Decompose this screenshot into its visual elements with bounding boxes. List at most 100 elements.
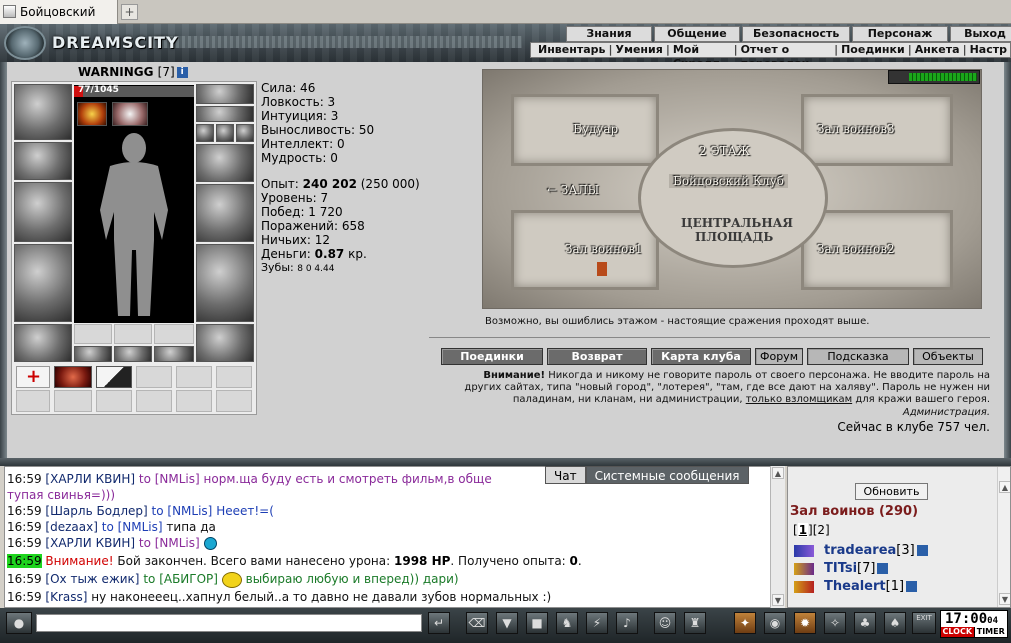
player-entry[interactable]: TITsi[7]: [794, 561, 889, 576]
helmet-slot[interactable]: [14, 84, 72, 140]
quick-slot-9[interactable]: [96, 390, 132, 412]
eraser-icon[interactable]: ⌫: [466, 612, 488, 634]
bag-icon[interactable]: ◉: [764, 612, 786, 634]
quick-slot-5[interactable]: [176, 366, 212, 388]
quick-slot-8[interactable]: [54, 390, 92, 412]
card-item-icon[interactable]: [96, 366, 132, 388]
submenu-skills[interactable]: Умения: [613, 43, 666, 57]
send-icon[interactable]: ↵: [428, 612, 450, 634]
shield-slot[interactable]: [196, 184, 254, 242]
label-club[interactable]: Бойцовский Клуб: [669, 174, 788, 188]
scroll-down-icon[interactable]: ▼: [772, 594, 784, 606]
club-map-button[interactable]: Карта клуба: [651, 348, 751, 365]
fights-button[interactable]: Поединки: [441, 348, 543, 365]
submenu-fights[interactable]: Поединки: [838, 43, 908, 57]
chat-input[interactable]: [36, 614, 422, 632]
chat-options-icon[interactable]: ●: [6, 612, 32, 634]
page-1-link[interactable]: 1: [797, 523, 809, 537]
amulet-slot[interactable]: [196, 106, 254, 122]
info-icon[interactable]: [877, 563, 889, 574]
quick-slot-11[interactable]: [176, 390, 212, 412]
stat-level: Уровень: 7: [261, 191, 329, 205]
rune-slot-1[interactable]: [74, 324, 112, 344]
speed-icon[interactable]: ⚡: [586, 612, 608, 634]
clock-label[interactable]: CLOCK: [941, 627, 974, 637]
helmet-icon[interactable]: ♜: [684, 612, 706, 634]
player-entry[interactable]: Thealert[1]: [794, 579, 918, 594]
info-icon[interactable]: i: [176, 67, 188, 78]
objects-button[interactable]: Объекты: [913, 348, 983, 365]
info-icon[interactable]: [916, 545, 928, 556]
player-marker-icon: [597, 262, 607, 276]
ring1-slot[interactable]: [196, 124, 214, 142]
rune-slot-3[interactable]: [154, 324, 194, 344]
room-scrollbar[interactable]: ▲ ▼: [997, 467, 1010, 607]
skill-4-icon[interactable]: ♣: [854, 612, 876, 634]
weapon-slot[interactable]: [14, 182, 72, 242]
player-entry[interactable]: tradearea[3]: [794, 543, 928, 558]
quick-slot-7[interactable]: [16, 390, 50, 412]
quick-slot-12[interactable]: [216, 390, 252, 412]
tab-chat[interactable]: Чат: [545, 466, 586, 484]
submenu-transfers[interactable]: Отчет о переводах: [738, 43, 834, 62]
extra-slot-2[interactable]: [114, 346, 152, 362]
leggings-slot[interactable]: [196, 244, 254, 322]
save-log-icon[interactable]: ■: [526, 612, 548, 634]
quick-slot-4[interactable]: [136, 366, 172, 388]
menu-communication[interactable]: Общение: [654, 26, 740, 42]
submenu-scroll[interactable]: Мой Скролл: [670, 43, 734, 62]
effect-potion-icon[interactable]: [112, 102, 148, 126]
browser-tab[interactable]: Бойцовский клуб: [0, 0, 118, 43]
first-aid-icon[interactable]: +: [16, 366, 50, 388]
ring2-slot[interactable]: [216, 124, 234, 142]
smiles-icon[interactable]: ☺: [654, 612, 676, 634]
clock-widget: 17:0004 CLOCK TIMER: [940, 610, 1008, 638]
rune-slot-2[interactable]: [114, 324, 152, 344]
extra-slot-3[interactable]: [154, 346, 194, 362]
boots-slot[interactable]: [196, 324, 254, 362]
hint-button[interactable]: Подсказка: [807, 348, 909, 365]
menu-knowledge[interactable]: Знания: [566, 26, 652, 42]
forum-button[interactable]: Форум: [755, 348, 803, 365]
label-plaza-2: ПЛОЩАДЬ: [695, 230, 774, 244]
tab-system-messages[interactable]: Системные сообщения: [585, 466, 749, 484]
bracers-slot[interactable]: [14, 142, 72, 180]
submenu-profile[interactable]: Анкета: [912, 43, 963, 57]
hackers-link[interactable]: только взломщикам: [746, 394, 852, 405]
menu-exit[interactable]: Выход: [950, 26, 1011, 42]
exit-button[interactable]: EXIT: [912, 612, 936, 634]
new-tab-button[interactable]: +: [121, 4, 138, 20]
scroll-up-icon[interactable]: ▲: [772, 467, 784, 479]
scroll-down-icon[interactable]: ▼: [999, 593, 1010, 605]
menu-character[interactable]: Персонаж: [852, 26, 948, 42]
menu-security[interactable]: Безопасность: [742, 26, 850, 42]
fighter-icon[interactable]: ♞: [556, 612, 578, 634]
sound-icon[interactable]: ♪: [616, 612, 638, 634]
scroll-item-icon[interactable]: [54, 366, 92, 388]
skill-2-icon[interactable]: ✹: [794, 612, 816, 634]
ring3-slot[interactable]: [236, 124, 254, 142]
timer-label[interactable]: TIMER: [973, 627, 1007, 637]
earrings-slot[interactable]: [196, 84, 254, 104]
skill-1-icon[interactable]: ✦: [734, 612, 756, 634]
gloves-slot[interactable]: [196, 144, 254, 182]
label-halls[interactable]: ← ЗАЛЫ: [547, 183, 599, 197]
chat-scrollbar[interactable]: ▲ ▼: [770, 466, 785, 608]
extra-slot-1[interactable]: [74, 346, 112, 362]
scroll-up-icon[interactable]: ▲: [999, 481, 1010, 493]
skill-5-icon[interactable]: ♠: [884, 612, 906, 634]
belt-slot[interactable]: [14, 324, 72, 362]
submenu-inventory[interactable]: Инвентарь: [535, 43, 608, 57]
submenu-settings[interactable]: Настр: [967, 43, 1010, 57]
refresh-button[interactable]: Обновить: [855, 483, 928, 500]
quick-slot-10[interactable]: [136, 390, 172, 412]
page-2-link[interactable]: [2]: [813, 523, 830, 537]
effect-fire-icon[interactable]: [77, 102, 107, 126]
return-button[interactable]: Возврат: [547, 348, 647, 365]
info-icon[interactable]: [906, 581, 918, 592]
filter-icon[interactable]: ▼: [496, 612, 518, 634]
skill-3-icon[interactable]: ✧: [824, 612, 846, 634]
quick-slot-6[interactable]: [216, 366, 252, 388]
chat-nick[interactable]: [ХАРЛИ КВИН]: [45, 472, 135, 486]
armor-slot[interactable]: [14, 244, 72, 322]
